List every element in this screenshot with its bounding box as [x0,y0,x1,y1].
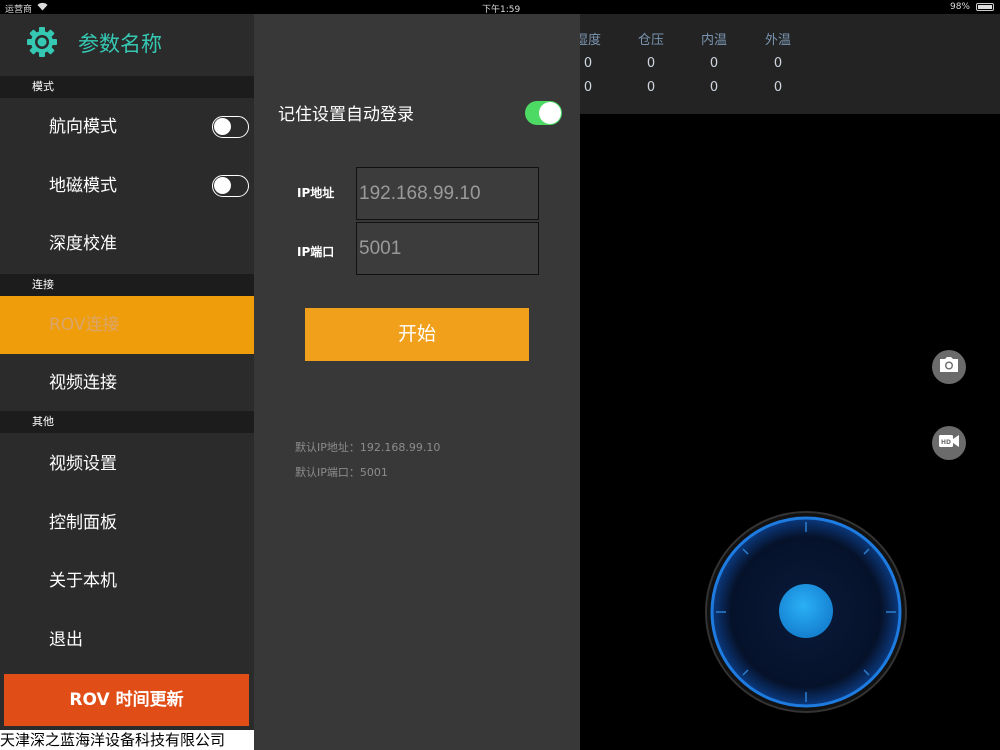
ip-address-field[interactable]: 192.168.99.10 [356,167,539,220]
section-mode-label: 模式 [32,80,54,93]
rov-time-update-button[interactable]: ROV 时间更新 [4,674,249,726]
battery-icon [976,3,994,11]
ip-address-label: IP地址 [297,186,335,200]
section-header-other: 其他 [0,411,254,433]
outer-temp-value-2: 0 [773,80,783,95]
cabin-pressure-value-1: 0 [646,56,656,71]
section-connect-label: 连接 [32,278,54,291]
sidebar-title: 参数名称 [78,32,162,56]
sidebar-item-depth-calibration[interactable]: 深度校准 [0,215,254,273]
sidebar-item-about[interactable]: 关于本机 [0,552,254,610]
heading-mode-toggle[interactable] [212,116,249,138]
remember-login-toggle[interactable] [525,101,562,125]
cabin-pressure-label: 仓压 [637,33,664,48]
cabin-pressure-column: 仓压 0 0 [631,29,671,95]
camera-button[interactable] [932,350,966,384]
cabin-pressure-value-2: 0 [646,80,656,95]
carrier-label: 运营商 [5,5,33,15]
inner-temp-value-1: 0 [709,56,719,71]
sidebar-item-control-panel[interactable]: 控制面板 [0,494,254,552]
camera-icon [939,357,959,377]
sidebar-item-video-settings[interactable]: 视频设置 [0,435,254,493]
geomagnetic-mode-toggle[interactable] [212,175,249,197]
svg-text:HD: HD [941,439,951,446]
sidebar-header: 参数名称 [0,14,254,74]
connection-panel: 记住设置自动登录 IP地址 192.168.99.10 IP端口 5001 开始… [254,14,580,750]
section-other-label: 其他 [32,415,54,428]
sensor-data-header: 湿度 0 0 仓压 0 0 内温 0 0 外温 0 0 [575,14,1000,114]
default-ip-info: 默认IP地址：192.168.99.10 [295,441,441,454]
ip-port-field[interactable]: 5001 [356,222,539,275]
sidebar-item-label: 航向模式 [49,117,117,137]
section-header-mode: 模式 [0,76,254,98]
start-button[interactable]: 开始 [305,308,529,361]
inner-temp-value-2: 0 [709,80,719,95]
outer-temp-column: 外温 0 0 [758,29,798,95]
outer-temp-value-1: 0 [773,56,783,71]
record-video-button[interactable]: HD [932,426,966,460]
battery-percent: 98% [949,2,970,12]
remember-login-label: 记住设置自动登录 [278,105,414,125]
sidebar-item-label: 地磁模式 [49,176,117,196]
sidebar-item-rov-connect[interactable]: ROV连接 [0,296,254,354]
status-time: 下午1:59 [482,5,521,15]
joystick[interactable] [704,510,908,714]
sidebar-item-heading-mode[interactable]: 航向模式 [0,98,254,156]
hd-video-icon: HD [938,433,960,453]
status-bar: 运营商 下午1:59 98% [0,0,1000,15]
sidebar-item-label: 视频连接 [49,373,117,393]
sidebar-item-label: 关于本机 [49,571,117,591]
sidebar-item-label: 视频设置 [49,454,117,474]
section-header-connect: 连接 [0,274,254,296]
sidebar: 参数名称 模式 航向模式 地磁模式 深度校准 连接 ROV连接 视频连接 其他 … [0,14,254,750]
sidebar-item-geomagnetic-mode[interactable]: 地磁模式 [0,157,254,215]
sidebar-item-label: 控制面板 [49,513,117,533]
joystick-knob [779,584,833,638]
outer-temp-label: 外温 [764,33,791,48]
sidebar-item-label: 深度校准 [49,234,117,254]
company-name: 天津深之蓝海洋设备科技有限公司 [0,730,254,750]
sidebar-item-label: 退出 [49,630,83,650]
gear-icon [26,26,58,58]
default-port-info: 默认IP端口：5001 [295,466,388,479]
sidebar-item-video-connect[interactable]: 视频连接 [0,354,254,412]
wifi-icon [37,2,48,14]
ip-port-label: IP端口 [297,245,335,259]
sidebar-item-label: ROV连接 [49,315,120,335]
inner-temp-column: 内温 0 0 [694,29,734,95]
sidebar-item-exit[interactable]: 退出 [0,611,254,669]
inner-temp-label: 内温 [700,33,727,48]
